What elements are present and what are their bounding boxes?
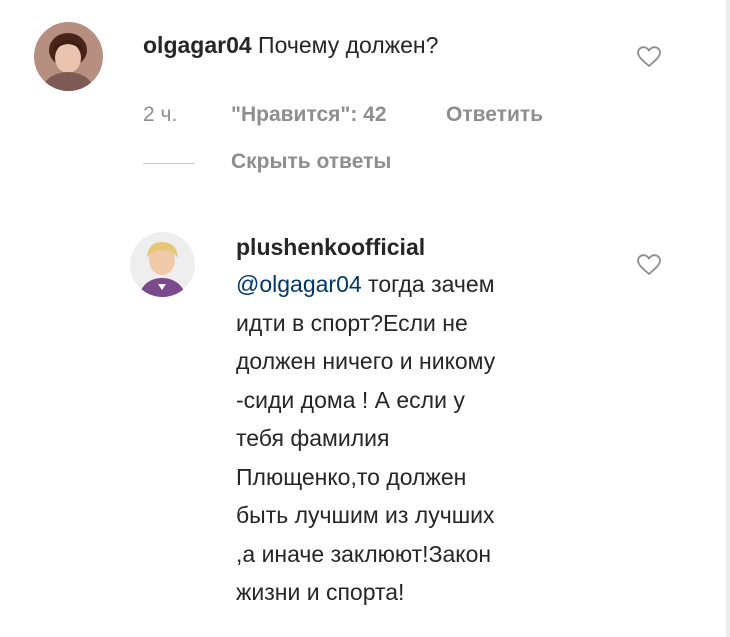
comment-meta: 2 ч. "Нравится": 42 Ответить — [143, 103, 583, 131]
reply-username[interactable]: plushenkoofficial — [236, 232, 495, 262]
comment-username[interactable]: olgagar04 — [143, 32, 252, 58]
reply-text-line: ,а иначе заклюют!Закон — [236, 540, 492, 567]
like-heart-icon[interactable] — [637, 46, 661, 68]
reply-text-segment: тогда зачем — [361, 271, 495, 297]
reply-text-line: идти в спорт?Если не — [236, 309, 468, 336]
reply-text-line: быть лучшим из лучших — [236, 502, 495, 528]
reply-button[interactable]: Ответить — [446, 103, 543, 127]
frame-edge — [726, 0, 730, 637]
reply-text-line: должен ничего и никому — [236, 348, 496, 374]
reply-text-line: -сиди дома ! А если у — [236, 386, 465, 413]
comment-likes[interactable]: "Нравится": 42 — [231, 103, 387, 127]
reply-text-line: @olgagar04 тогда зачем — [236, 265, 495, 304]
reply-mention[interactable]: @olgagar04 — [236, 271, 362, 297]
reply-text-line: Плющенко,то должен — [236, 463, 467, 490]
reply-text-line: тебя фамилия — [236, 425, 390, 451]
hide-replies-button[interactable]: Скрыть ответы — [231, 150, 391, 174]
reply-like-heart-icon[interactable] — [637, 254, 661, 276]
reply-block: plushenkoofficial @olgagar04 тогда зачем… — [236, 232, 495, 612]
comment-time[interactable]: 2 ч. — [143, 103, 177, 127]
comment-text: Почему должен? — [258, 32, 439, 58]
commenter-avatar[interactable] — [34, 22, 103, 91]
reply-text: @olgagar04 тогда зачем идти в спорт?Если… — [236, 265, 495, 612]
reply-text-line: жизни и спорта! — [236, 579, 405, 605]
hide-replies-line — [143, 163, 195, 164]
reply-author-avatar[interactable] — [130, 232, 195, 297]
comment-line: olgagar04 Почему должен? — [143, 30, 438, 60]
